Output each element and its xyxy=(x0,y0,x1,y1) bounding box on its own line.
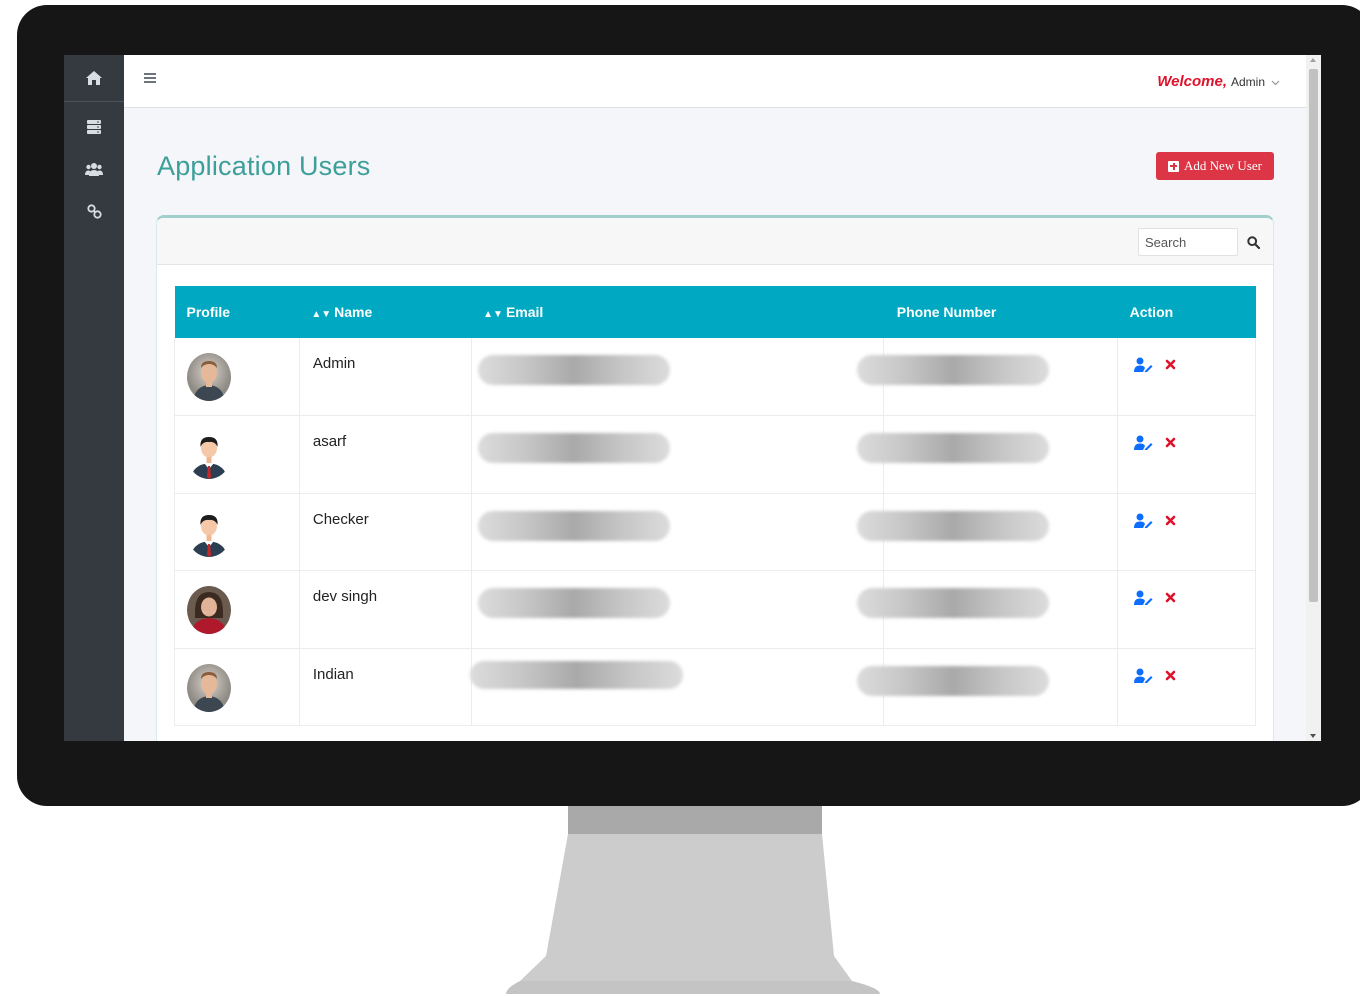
delete-icon[interactable] xyxy=(1165,592,1176,603)
table-header-row: Profile ▲▼ Name ▲▼ Email Phone Number Acti… xyxy=(174,286,1256,338)
column-header-name[interactable]: ▲▼ Name xyxy=(299,286,471,338)
action-cell xyxy=(1117,338,1256,416)
column-header-email[interactable]: ▲▼ Email xyxy=(471,286,884,338)
name-cell: Checker xyxy=(298,493,472,571)
redacted-phone xyxy=(857,355,1050,385)
delete-icon[interactable] xyxy=(1165,359,1176,370)
redacted-phone xyxy=(857,665,1050,696)
profile-cell xyxy=(174,570,300,648)
profile-cell xyxy=(174,648,300,726)
avatar xyxy=(187,586,231,634)
column-header-email-label: Email xyxy=(505,304,544,320)
avatar xyxy=(187,353,231,401)
edit-user-icon[interactable] xyxy=(1134,668,1153,683)
edit-user-icon[interactable] xyxy=(1134,513,1153,528)
card-header xyxy=(157,218,1273,265)
edit-user-icon[interactable] xyxy=(1134,590,1153,605)
search-icon[interactable] xyxy=(1238,228,1268,256)
home-icon[interactable] xyxy=(64,55,124,101)
redacted-email xyxy=(477,588,670,618)
redacted-email xyxy=(477,355,670,385)
table-row: Indian xyxy=(174,648,1256,726)
email-cell xyxy=(470,570,884,648)
sidebar xyxy=(64,55,124,741)
phone-cell xyxy=(857,493,1118,571)
phone-cell xyxy=(857,338,1118,416)
action-cell xyxy=(1117,493,1256,571)
redacted-email xyxy=(469,660,683,689)
table-row: dev singh xyxy=(174,570,1256,648)
delete-icon[interactable] xyxy=(1165,515,1176,526)
vertical-scrollbar[interactable] xyxy=(1306,55,1321,741)
edit-user-icon[interactable] xyxy=(1134,357,1153,372)
server-icon[interactable] xyxy=(64,106,124,148)
email-cell xyxy=(470,493,884,571)
search-box xyxy=(1138,228,1268,256)
redacted-phone xyxy=(857,510,1050,541)
action-cell xyxy=(1117,570,1256,648)
email-cell xyxy=(469,648,884,726)
add-user-button[interactable]: Add New User xyxy=(1156,152,1274,180)
username: Admin xyxy=(1230,75,1265,89)
avatar xyxy=(187,508,231,557)
avatar xyxy=(187,663,231,712)
redacted-email xyxy=(477,433,670,463)
edit-user-icon[interactable] xyxy=(1134,435,1153,450)
action-cell xyxy=(1117,415,1256,493)
plus-square-icon xyxy=(1168,160,1179,172)
top-navbar: Welcome, Admin xyxy=(124,55,1306,108)
search-input[interactable] xyxy=(1138,228,1238,256)
email-cell xyxy=(470,338,884,416)
redacted-email xyxy=(477,510,670,541)
column-header-profile: Profile xyxy=(186,304,231,320)
phone-cell xyxy=(857,648,1118,726)
delete-icon[interactable] xyxy=(1165,437,1176,448)
profile-cell xyxy=(174,415,300,493)
profile-cell xyxy=(174,338,300,416)
email-cell xyxy=(470,415,884,493)
table-row: asarf xyxy=(174,415,1256,493)
redacted-phone xyxy=(857,433,1050,463)
name-cell: Admin xyxy=(298,338,472,416)
column-header-name-label: Name xyxy=(334,304,373,320)
delete-icon[interactable] xyxy=(1165,670,1176,681)
name-cell: Indian xyxy=(298,648,472,726)
scroll-up-icon[interactable] xyxy=(1310,58,1316,62)
user-menu[interactable]: Welcome, Admin xyxy=(1157,73,1280,90)
add-user-label: Add New User xyxy=(1184,158,1262,173)
table-row: Admin xyxy=(174,338,1256,416)
redacted-phone xyxy=(857,588,1050,618)
action-cell xyxy=(1117,648,1256,726)
phone-cell xyxy=(857,570,1118,648)
sort-icon: ▲▼ xyxy=(311,309,332,320)
name-cell: dev singh xyxy=(298,570,472,648)
phone-cell xyxy=(857,415,1118,493)
name-cell: asarf xyxy=(298,415,472,493)
scroll-down-icon[interactable] xyxy=(1310,734,1316,738)
monitor-stand xyxy=(506,806,880,994)
column-header-phone: Phone Number xyxy=(896,304,997,320)
page-title: Application Users xyxy=(157,151,371,181)
app-screen: Welcome, Admin Application Users Add New… xyxy=(64,55,1321,741)
profile-cell xyxy=(174,493,300,571)
welcome-text: Welcome, xyxy=(1157,73,1227,90)
column-header-action: Action xyxy=(1129,304,1174,320)
users-table: Profile ▲▼ Name ▲▼ Email Phone Number Acti… xyxy=(174,286,1256,726)
menu-toggle-icon[interactable] xyxy=(144,71,158,85)
sort-icon: ▲▼ xyxy=(483,309,503,320)
table-row: Checker xyxy=(174,493,1256,571)
users-card: Profile ▲▼Name ▲▼Email Phone Number Acti… xyxy=(156,215,1274,741)
link-icon[interactable] xyxy=(64,190,124,232)
users-icon[interactable] xyxy=(64,148,124,190)
avatar xyxy=(187,431,231,479)
scrollbar-thumb[interactable] xyxy=(1309,69,1318,602)
chevron-down-icon xyxy=(1271,78,1280,89)
